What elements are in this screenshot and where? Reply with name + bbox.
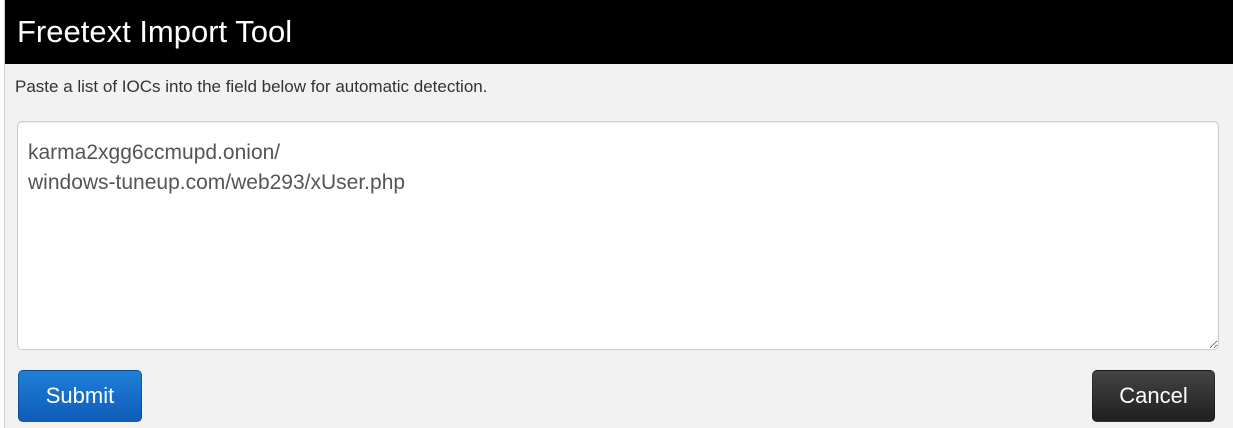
instructions-text: Paste a list of IOCs into the field belo… (15, 77, 488, 96)
cancel-button[interactable]: Cancel (1092, 370, 1215, 422)
freetext-import-dialog: Freetext Import Tool Paste a list of IOC… (4, 0, 1233, 428)
dialog-title: Freetext Import Tool (5, 0, 1233, 64)
ioc-textarea[interactable]: karma2xgg6ccmupd.onion/ windows-tuneup.c… (17, 121, 1219, 350)
submit-button[interactable]: Submit (18, 370, 142, 422)
